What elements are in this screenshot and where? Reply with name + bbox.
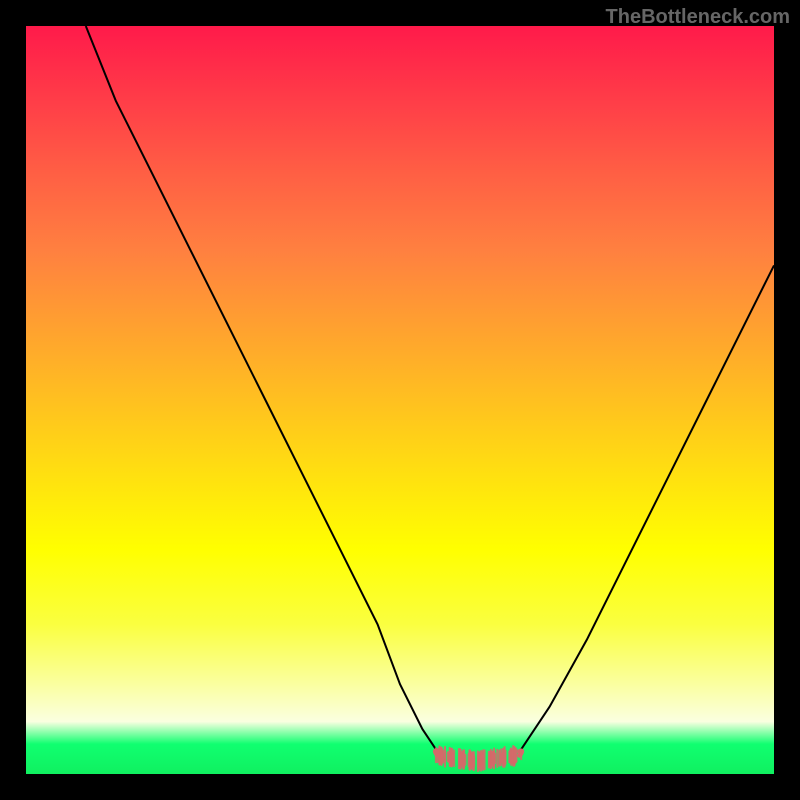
chart-container: TheBottleneck.com (0, 0, 800, 800)
curve-bottom-fuzz (435, 746, 521, 771)
curve-right-branch (520, 265, 774, 751)
plot-area (26, 26, 774, 774)
watermark-text: TheBottleneck.com (606, 6, 790, 29)
bottleneck-curve (26, 26, 774, 774)
curve-left-branch (86, 26, 438, 752)
